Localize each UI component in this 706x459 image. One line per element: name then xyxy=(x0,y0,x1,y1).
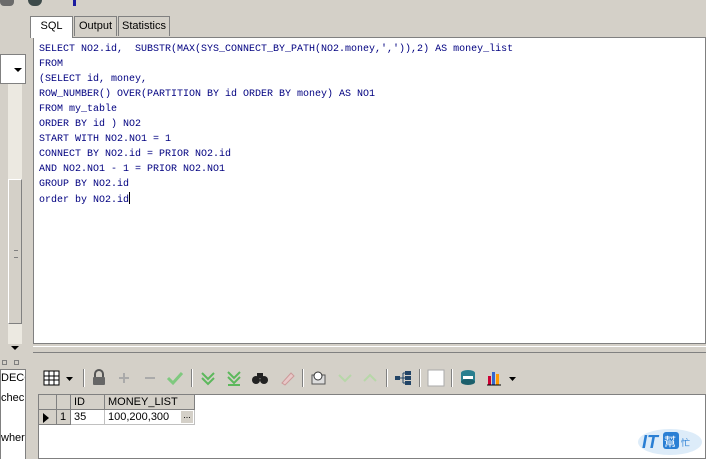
toolbar-separator xyxy=(191,369,193,387)
cell-value: 100,200,300 xyxy=(108,411,170,423)
chart-icon[interactable] xyxy=(486,369,504,387)
toolbar-separator xyxy=(419,369,421,387)
toolbar-separator xyxy=(83,369,85,387)
site-watermark-logo: IT 幫 忙 xyxy=(636,425,704,457)
left-panel: DECO chec where xyxy=(0,14,26,459)
row-number: 1 xyxy=(57,410,71,425)
current-row-arrow-icon xyxy=(43,413,49,423)
sql-line[interactable]: ORDER BY id ) NO2 xyxy=(39,117,513,132)
delete-record-icon[interactable] xyxy=(141,369,159,387)
scroll-down-button[interactable] xyxy=(8,344,22,354)
text-cursor xyxy=(129,192,131,204)
toolbar-icon-2[interactable] xyxy=(28,0,42,6)
sql-line[interactable]: CONNECT BY NO2.id = PRIOR NO2.id xyxy=(39,147,513,162)
list-item[interactable]: where xyxy=(1,432,25,450)
chevron-down-icon xyxy=(14,68,22,72)
list-item[interactable]: chec xyxy=(1,392,25,410)
list-item[interactable]: DECO xyxy=(1,372,25,390)
sql-line[interactable]: SELECT NO2.id, SUBSTR(MAX(SYS_CONNECT_BY… xyxy=(39,42,513,57)
sql-line[interactable]: (SELECT id, money, xyxy=(39,72,513,87)
svg-text:幫: 幫 xyxy=(664,434,676,449)
top-toolbar xyxy=(0,0,706,14)
dropdown-arrow-icon[interactable] xyxy=(65,369,75,387)
post-record-icon[interactable] xyxy=(166,369,184,387)
results-grid[interactable]: ID MONEY_LIST 1 35 100,200,300 ... xyxy=(38,394,706,459)
results-toolbar xyxy=(38,366,706,390)
splitter-grip-icon xyxy=(14,360,19,365)
panel-splitter[interactable] xyxy=(0,357,26,369)
find-icon[interactable] xyxy=(251,369,269,387)
query-by-example-icon[interactable] xyxy=(310,369,328,387)
column-header-money-list[interactable]: MONEY_LIST xyxy=(105,395,195,410)
fetch-next-icon[interactable] xyxy=(199,369,217,387)
row-indicator[interactable] xyxy=(39,410,57,425)
fetch-last-icon[interactable] xyxy=(225,369,243,387)
sql-line[interactable]: ROW_NUMBER() OVER(PARTITION BY id ORDER … xyxy=(39,87,513,102)
table-cell-id[interactable]: 35 xyxy=(71,410,105,425)
sql-editor[interactable]: SELECT NO2.id, SUBSTR(MAX(SYS_CONNECT_BY… xyxy=(33,37,706,344)
previous-record-icon[interactable] xyxy=(361,369,379,387)
sql-line[interactable]: GROUP BY NO2.id xyxy=(39,177,513,192)
svg-text:IT: IT xyxy=(642,432,660,452)
chevron-down-icon[interactable] xyxy=(508,369,518,387)
clear-icon[interactable] xyxy=(278,369,296,387)
tree-icon[interactable] xyxy=(394,369,412,387)
grip-icon xyxy=(14,250,18,258)
toolbar-separator xyxy=(302,369,304,387)
single-record-icon[interactable] xyxy=(427,369,445,387)
tab-statistics[interactable]: Statistics xyxy=(118,16,170,36)
vertical-scrollbar[interactable] xyxy=(8,84,22,344)
toolbar-icon-1[interactable] xyxy=(0,0,14,6)
sql-line[interactable]: FROM my_table xyxy=(39,102,513,117)
object-list[interactable]: DECO chec where xyxy=(0,369,26,459)
sql-code[interactable]: SELECT NO2.id, SUBSTR(MAX(SYS_CONNECT_BY… xyxy=(39,42,513,208)
export-icon[interactable] xyxy=(459,369,477,387)
sql-line[interactable]: AND NO2.NO1 - 1 = PRIOR NO2.NO1 xyxy=(39,162,513,177)
table-cell-money-list[interactable]: 100,200,300 ... xyxy=(105,410,195,425)
splitter-grip-icon xyxy=(2,360,7,365)
scrollbar-thumb[interactable] xyxy=(8,179,22,324)
cell-ellipsis-button[interactable]: ... xyxy=(181,411,193,423)
sql-line[interactable]: FROM xyxy=(39,57,513,72)
add-record-icon[interactable] xyxy=(115,369,133,387)
grid-layout-icon[interactable] xyxy=(43,369,61,387)
toolbar-icon-3[interactable] xyxy=(73,0,76,6)
next-record-icon[interactable] xyxy=(336,369,354,387)
object-type-dropdown[interactable] xyxy=(0,54,26,84)
lock-icon[interactable] xyxy=(90,369,108,387)
tab-output[interactable]: Output xyxy=(74,16,117,36)
row-indicator-header xyxy=(39,395,57,410)
svg-text:忙: 忙 xyxy=(681,437,690,449)
tab-sql[interactable]: SQL xyxy=(30,16,73,38)
toolbar-separator xyxy=(386,369,388,387)
column-header-id[interactable]: ID xyxy=(71,395,105,410)
editor-results-splitter[interactable] xyxy=(33,346,706,360)
sql-line[interactable]: START WITH NO2.NO1 = 1 xyxy=(39,132,513,147)
sql-line[interactable]: order by NO2.id xyxy=(39,192,513,208)
row-number-header xyxy=(57,395,71,410)
toolbar-separator xyxy=(451,369,453,387)
